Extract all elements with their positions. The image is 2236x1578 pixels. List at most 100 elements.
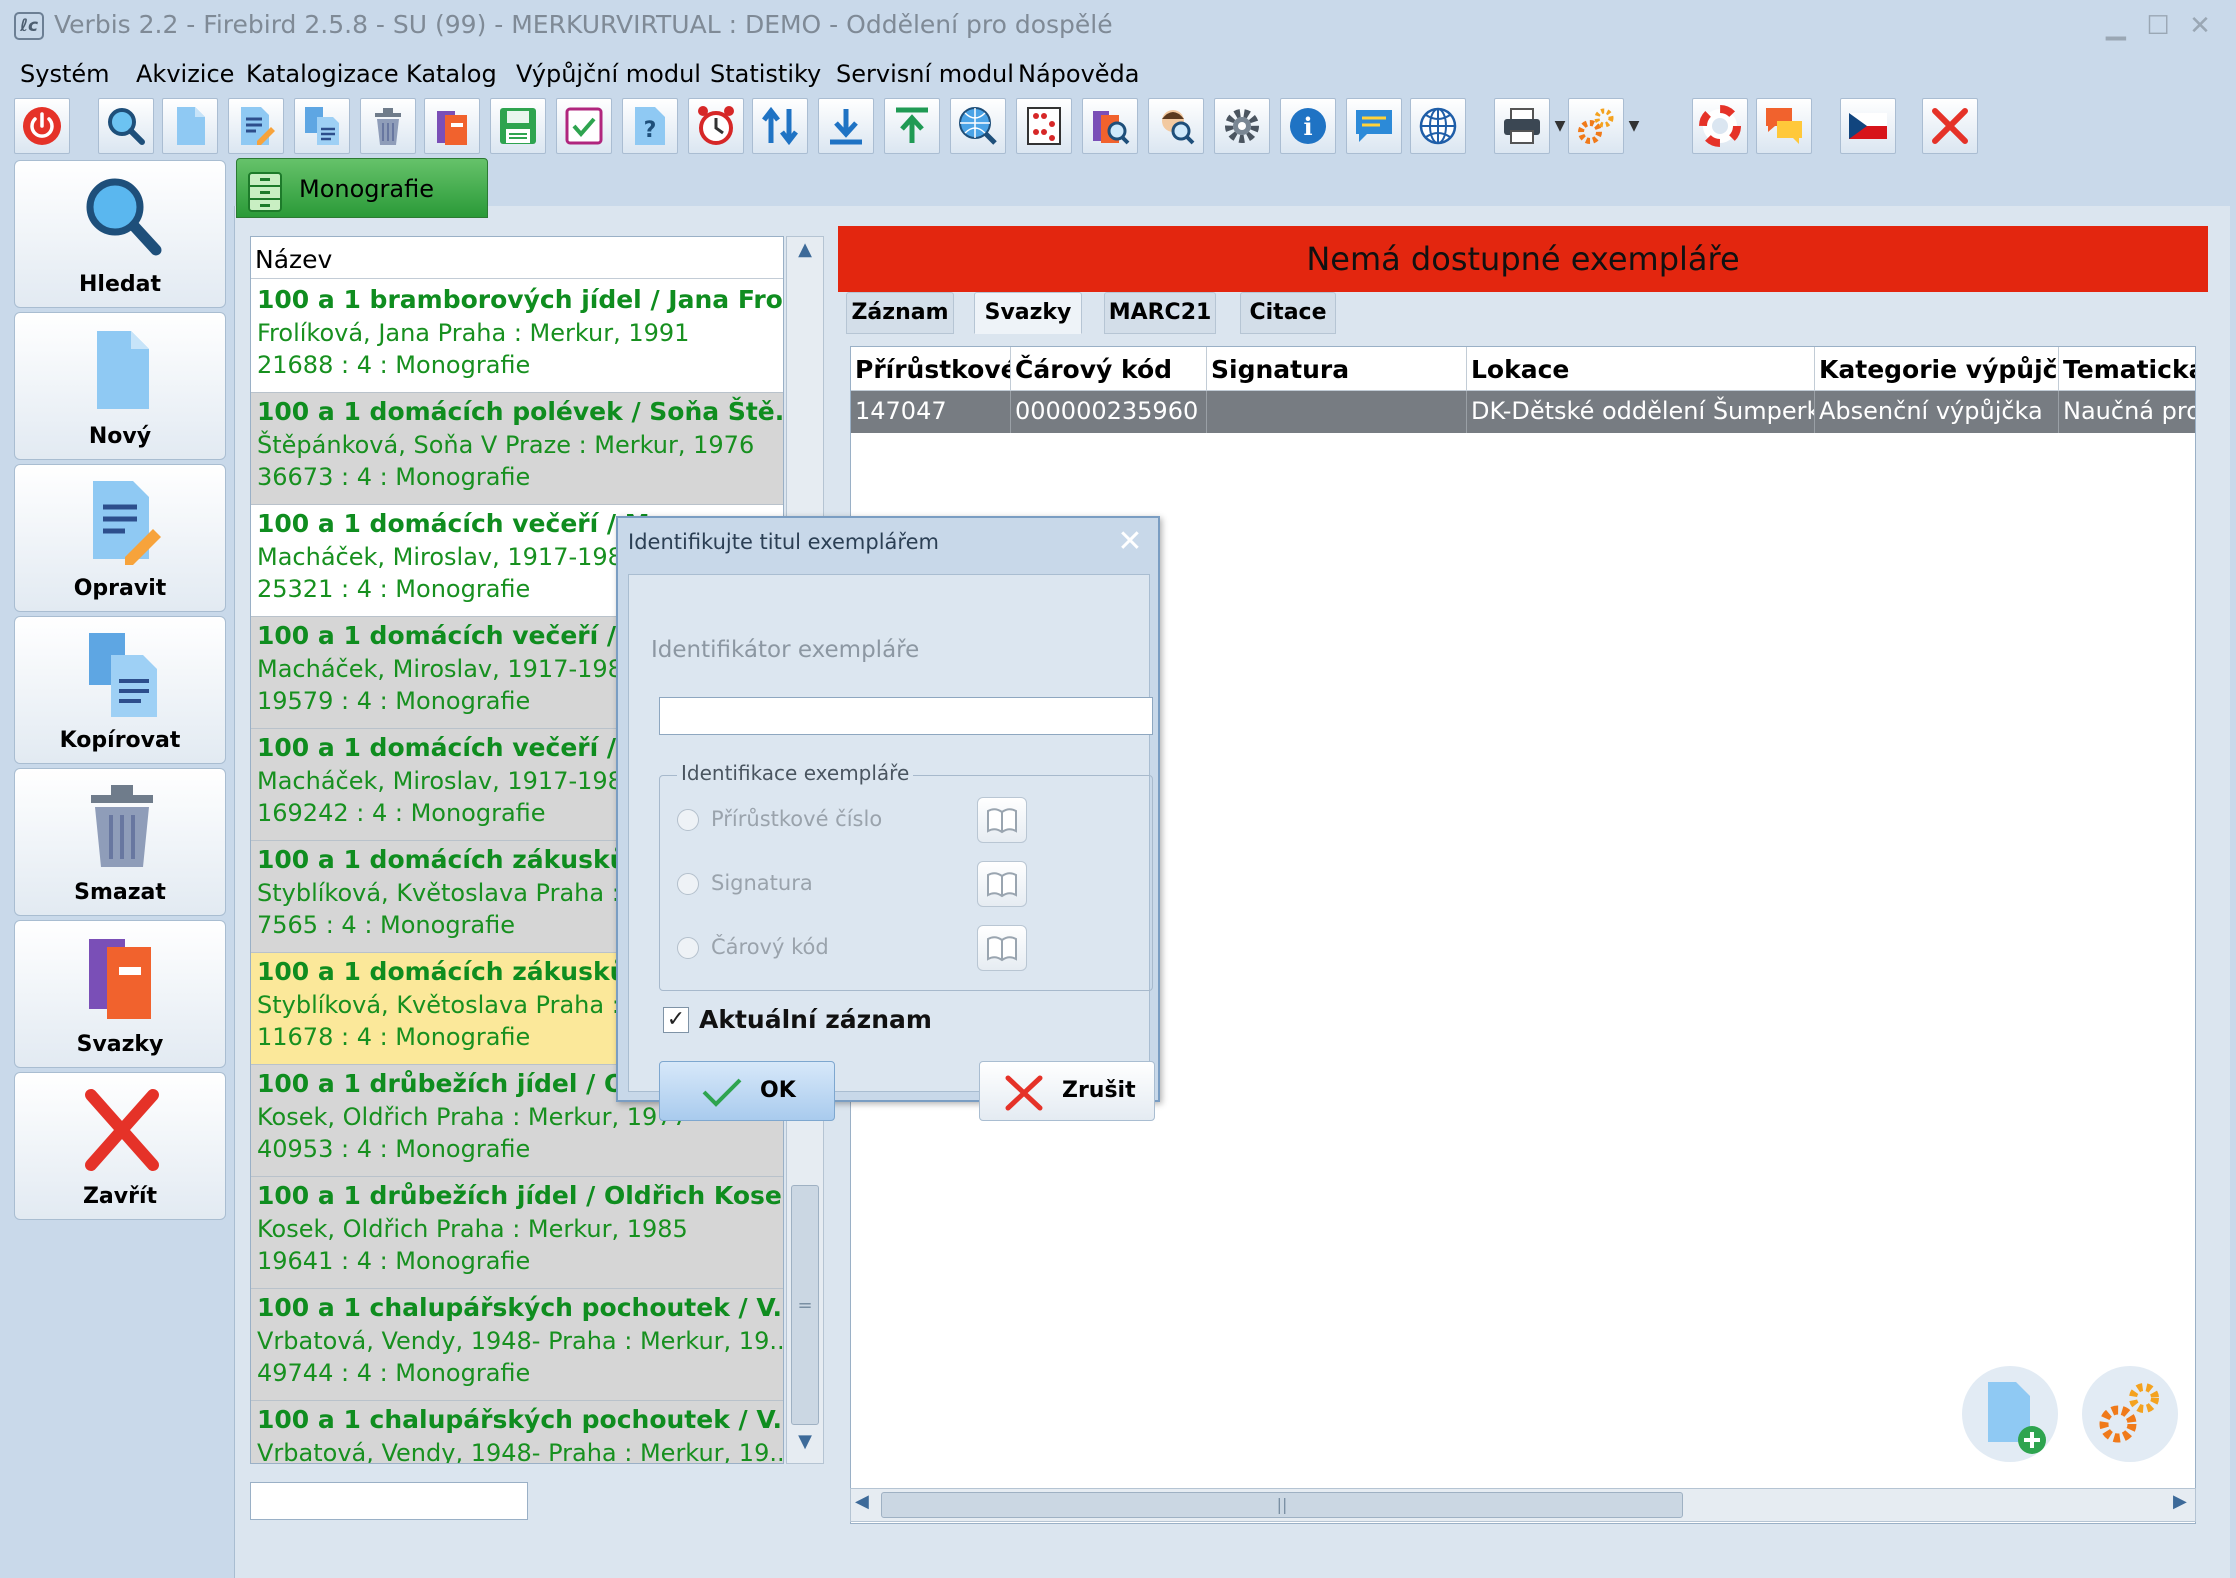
list-item[interactable]: 100 a 1 domácích polévek / Soňa Ště... Št… bbox=[251, 393, 783, 505]
menu-service[interactable]: Servisní modul bbox=[836, 60, 1014, 88]
menu-help[interactable]: Nápověda bbox=[1018, 60, 1140, 88]
books-icon bbox=[437, 111, 467, 145]
settings-button[interactable] bbox=[1214, 98, 1270, 154]
scroll-thumb[interactable]: = bbox=[791, 1185, 819, 1425]
tab-marc21[interactable]: MARC21 bbox=[1104, 292, 1216, 334]
ok-button[interactable]: OK bbox=[659, 1061, 835, 1121]
cancel-button[interactable]: Zrušit bbox=[979, 1061, 1155, 1121]
new-document-button[interactable] bbox=[162, 98, 218, 154]
radio-signature[interactable] bbox=[677, 873, 699, 895]
item-title: 100 a 1 drůbežích jídel / Oldřich Kosek bbox=[257, 1181, 783, 1210]
column-header[interactable]: Signatura bbox=[1207, 347, 1467, 391]
menu-catalog[interactable]: Katalog bbox=[406, 60, 497, 88]
sidebar-volumes-button[interactable]: Svazky bbox=[14, 920, 226, 1068]
scroll-up-icon[interactable]: ▲ bbox=[791, 239, 819, 269]
menu-cataloguing[interactable]: Katalogizace bbox=[246, 60, 399, 88]
menu-system[interactable]: Systém bbox=[20, 60, 110, 88]
sidebar-new-button[interactable]: Nový bbox=[14, 312, 226, 460]
sidebar-close-button[interactable]: Zavřít bbox=[14, 1072, 226, 1220]
info-button[interactable]: i bbox=[1280, 98, 1336, 154]
search-icon bbox=[86, 178, 162, 256]
item-author: Štěpánková, Soňa V Praze : Merkur, 1976 bbox=[257, 431, 755, 459]
radio-barcode[interactable] bbox=[677, 937, 699, 959]
signature-lookup-button[interactable] bbox=[977, 861, 1027, 907]
quick-search-input[interactable] bbox=[250, 1482, 528, 1520]
web-search-button[interactable] bbox=[950, 98, 1006, 154]
tab-volumes[interactable]: Svazky bbox=[974, 292, 1082, 334]
book-search-button[interactable] bbox=[1082, 98, 1138, 154]
sidebar-copy-button[interactable]: Kopírovat bbox=[14, 616, 226, 764]
grid-horizontal-scrollbar[interactable]: ◀ || ▶ bbox=[850, 1488, 2196, 1522]
power-icon bbox=[23, 107, 61, 145]
copy-button[interactable] bbox=[294, 98, 350, 154]
power-button[interactable] bbox=[14, 98, 70, 154]
table-row[interactable]: 147047 000000235960 DK-Dětské oddělení Š… bbox=[851, 391, 2195, 433]
menu-statistics[interactable]: Statistiky bbox=[710, 60, 821, 88]
list-header[interactable]: Název bbox=[251, 237, 783, 279]
scroll-left-icon[interactable]: ◀ bbox=[855, 1491, 869, 1512]
sidebar-edit-button[interactable]: Opravit bbox=[14, 464, 226, 612]
sidebar-delete-button[interactable]: Smazat bbox=[14, 768, 226, 916]
scroll-right-icon[interactable]: ▶ bbox=[2173, 1491, 2187, 1512]
column-header[interactable]: Lokace bbox=[1467, 347, 1815, 391]
dialog-close-icon[interactable]: ✕ bbox=[1110, 524, 1150, 560]
download-button[interactable] bbox=[818, 98, 874, 154]
sort-button[interactable] bbox=[752, 98, 808, 154]
minimize-icon[interactable]: ▁ bbox=[2098, 10, 2134, 42]
print-dropdown-icon[interactable]: ▼ bbox=[1552, 98, 1568, 154]
column-header[interactable]: Přírůstkové bbox=[851, 347, 1011, 391]
column-header[interactable]: Čárový kód bbox=[1011, 347, 1207, 391]
accession-lookup-button[interactable] bbox=[977, 797, 1027, 843]
printer-icon bbox=[1504, 108, 1540, 144]
item-title: 100 a 1 domácích večeří / M bbox=[257, 733, 650, 762]
volumes-button[interactable] bbox=[424, 98, 480, 154]
identifier-input[interactable] bbox=[659, 697, 1153, 735]
language-button[interactable] bbox=[1840, 98, 1896, 154]
scroll-thumb[interactable]: || bbox=[881, 1492, 1683, 1518]
column-header[interactable]: Kategorie výpůjčk bbox=[1815, 347, 2059, 391]
tab-monografie[interactable]: Monografie bbox=[236, 158, 488, 218]
item-author: Macháček, Miroslav, 1917-1988 bbox=[257, 655, 639, 683]
column-header[interactable]: Tematická bbox=[2059, 347, 2195, 391]
item-author: Vrbatová, Vendy, 1948- Praha : Merkur, 1… bbox=[257, 1439, 783, 1464]
gears-button[interactable] bbox=[1568, 98, 1624, 154]
current-record-checkbox[interactable]: ✓ bbox=[663, 1007, 689, 1033]
check-button[interactable] bbox=[556, 98, 612, 154]
menu-acquisition[interactable]: Akvizice bbox=[136, 60, 234, 88]
print-button[interactable] bbox=[1494, 98, 1550, 154]
globe-button[interactable] bbox=[1410, 98, 1466, 154]
help-document-button[interactable]: ? bbox=[622, 98, 678, 154]
upload-button[interactable] bbox=[884, 98, 940, 154]
edit-button[interactable] bbox=[228, 98, 284, 154]
upload-icon bbox=[896, 107, 928, 143]
help-lifebuoy-button[interactable] bbox=[1692, 98, 1748, 154]
maximize-icon[interactable]: ☐ bbox=[2140, 10, 2176, 42]
list-item[interactable]: 100 a 1 chalupářských pochoutek / V... Vr… bbox=[251, 1289, 783, 1401]
copy-settings-button[interactable] bbox=[2082, 1366, 2178, 1462]
item-title: 100 a 1 chalupářských pochoutek / V... bbox=[257, 1293, 783, 1322]
tab-record[interactable]: Záznam bbox=[846, 292, 954, 334]
delete-button[interactable] bbox=[360, 98, 416, 154]
list-item[interactable]: 100 a 1 chalupářských pochoutek / V... Vr… bbox=[251, 1401, 783, 1464]
search-tool-button[interactable] bbox=[98, 98, 154, 154]
save-button[interactable] bbox=[490, 98, 546, 154]
abacus-button[interactable] bbox=[1016, 98, 1072, 154]
chat-button[interactable] bbox=[1346, 98, 1402, 154]
user-search-button[interactable] bbox=[1148, 98, 1204, 154]
close-tool-button[interactable] bbox=[1922, 98, 1978, 154]
window-close-icon[interactable]: ✕ bbox=[2182, 10, 2218, 42]
list-item[interactable]: 100 a 1 drůbežích jídel / Oldřich Kosek K… bbox=[251, 1177, 783, 1289]
gears-dropdown-icon[interactable]: ▼ bbox=[1626, 98, 1642, 154]
radio-accession-number[interactable] bbox=[677, 809, 699, 831]
tab-citation[interactable]: Citace bbox=[1240, 292, 1336, 334]
messages-icon bbox=[1766, 108, 1802, 144]
messages-button[interactable] bbox=[1756, 98, 1812, 154]
sidebar-search-button[interactable]: Hledat bbox=[14, 160, 226, 308]
list-item[interactable]: 100 a 1 bramborových jídel / Jana Fro...… bbox=[251, 281, 783, 393]
menu-circulation[interactable]: Výpůjční modul bbox=[516, 60, 701, 88]
scroll-down-icon[interactable]: ▼ bbox=[791, 1431, 819, 1461]
barcode-lookup-button[interactable] bbox=[977, 925, 1027, 971]
add-copy-button[interactable] bbox=[1962, 1366, 2058, 1462]
info-icon: i bbox=[1290, 108, 1326, 144]
alarm-button[interactable] bbox=[688, 98, 744, 154]
